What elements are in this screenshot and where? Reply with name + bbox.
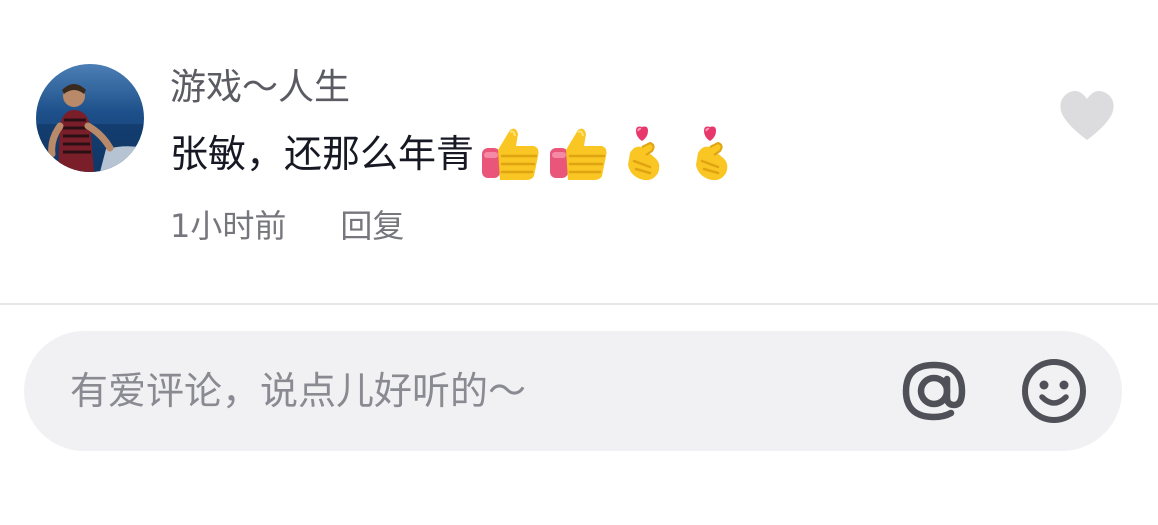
reply-button[interactable]: 回复	[340, 204, 404, 248]
finger-heart-icon	[684, 123, 746, 185]
comment-body: 张敏，还那么年青	[170, 124, 746, 184]
comment-item: 游戏～人生 张敏，还那么年青 1小时前 回复	[0, 0, 1158, 303]
thumbs-up-icon	[480, 124, 542, 184]
thumbs-up-icon	[548, 124, 610, 184]
at-icon[interactable]	[898, 355, 970, 427]
comment-username[interactable]: 游戏～人生	[170, 66, 350, 110]
comment-input-placeholder[interactable]: 有爱评论，说点儿好听的～	[70, 367, 526, 415]
divider	[0, 303, 1158, 305]
comment-input[interactable]: 有爱评论，说点儿好听的～	[24, 331, 1122, 451]
comment-meta: 1小时前 回复	[170, 204, 404, 248]
avatar[interactable]	[36, 64, 144, 172]
smile-icon[interactable]	[1018, 355, 1090, 427]
comment-text: 张敏，还那么年青	[170, 132, 475, 176]
heart-icon[interactable]	[1058, 88, 1116, 144]
finger-heart-icon	[616, 123, 678, 185]
comment-time: 1小时前	[170, 207, 287, 245]
